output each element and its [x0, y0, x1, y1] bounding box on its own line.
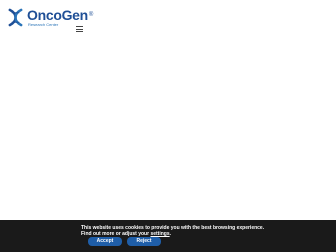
- reject-cookies-button[interactable]: Reject: [127, 237, 161, 246]
- menu-line: [76, 31, 83, 32]
- cookie-message-suffix: .: [169, 231, 172, 237]
- menu-line: [76, 28, 83, 30]
- cookie-banner: This website uses cookies to provide you…: [0, 220, 336, 252]
- site-header: OncoGen® Research Center: [0, 0, 93, 36]
- menu-line: [76, 26, 83, 27]
- accept-cookies-button[interactable]: Accept: [88, 237, 122, 246]
- double-helix-logo-icon: [8, 8, 23, 27]
- hamburger-menu-icon[interactable]: [76, 26, 83, 32]
- cookie-message: This website uses cookies to provide you…: [81, 225, 264, 237]
- site-logo[interactable]: OncoGen® Research Center: [4, 5, 93, 31]
- logo-tagline: Research Center: [28, 22, 59, 27]
- main-content: [0, 36, 336, 220]
- logo-registered-mark: ®: [88, 12, 94, 18]
- logo-wordmark: OncoGen®: [27, 8, 93, 22]
- logo-name: OncoGen: [27, 7, 88, 23]
